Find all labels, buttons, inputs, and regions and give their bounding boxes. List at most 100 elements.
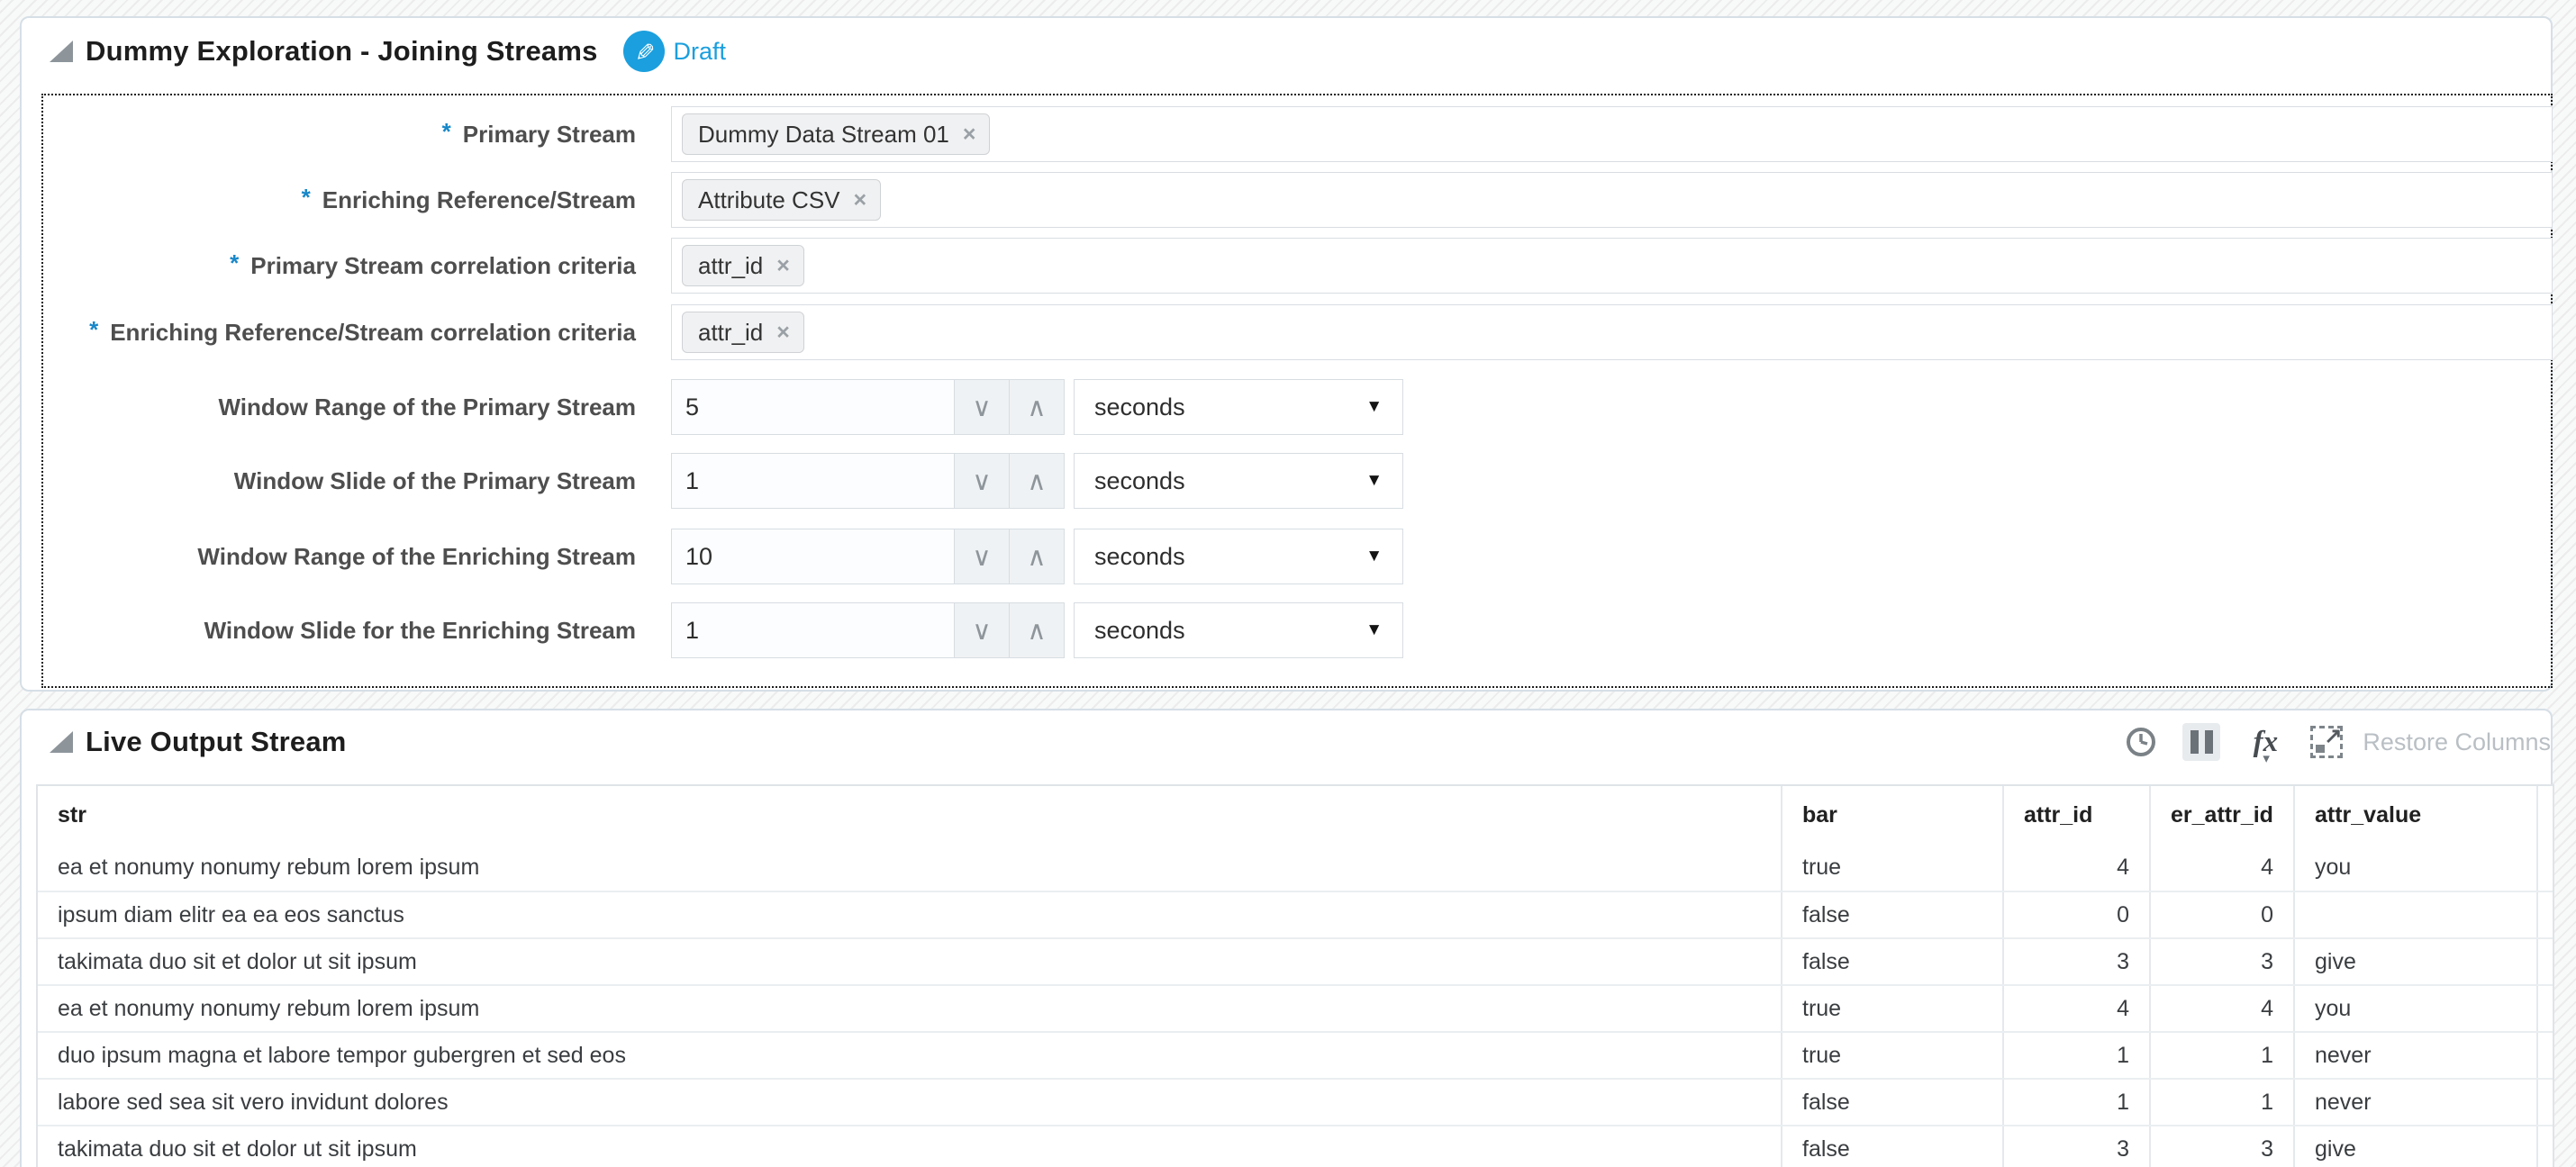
remove-tag-icon[interactable]: × bbox=[963, 122, 976, 148]
tag-chip[interactable]: Attribute CSV × bbox=[682, 179, 881, 221]
primary-stream-field[interactable]: Dummy Data Stream 01 × bbox=[671, 106, 2553, 162]
remove-tag-icon[interactable]: × bbox=[776, 320, 790, 346]
table-row: labore sed sea sit vero invidunt dolores… bbox=[38, 1078, 2553, 1125]
cell-er-attr-id: 1 bbox=[2149, 1080, 2293, 1125]
spinner-down-icon[interactable]: ∨ bbox=[954, 454, 1009, 508]
cell-spacer bbox=[2536, 844, 2553, 891]
table-row: takimata duo sit et dolor ut sit ipsum f… bbox=[38, 1125, 2553, 1167]
spinner-up-icon[interactable]: ∧ bbox=[1009, 529, 1064, 584]
select-caret-icon: ▼ bbox=[1365, 397, 1383, 417]
required-star: * bbox=[442, 118, 463, 145]
select-caret-icon: ▼ bbox=[1365, 547, 1383, 566]
table-row: duo ipsum magna et labore tempor gubergr… bbox=[38, 1031, 2553, 1078]
cell-bar: false bbox=[1781, 1080, 2002, 1125]
cell-attr-value: give bbox=[2293, 939, 2536, 984]
exploration-title: Dummy Exploration - Joining Streams bbox=[86, 35, 598, 68]
output-table: str bar attr_id er_attr_id attr_value ea… bbox=[36, 784, 2554, 1167]
cell-er-attr-id: 4 bbox=[2149, 986, 2293, 1031]
collapse-triangle-icon[interactable] bbox=[50, 41, 73, 62]
cell-str: ipsum diam elitr ea ea eos sanctus bbox=[38, 892, 1781, 937]
window-range-enriching-unit-select[interactable]: seconds ▼ bbox=[1074, 529, 1403, 584]
column-header-str[interactable]: str bbox=[38, 786, 1781, 844]
collapse-triangle-icon[interactable] bbox=[50, 731, 73, 753]
window-slide-enriching-input[interactable]: 1 ∨ ∧ bbox=[671, 602, 1065, 658]
cell-bar: false bbox=[1781, 939, 2002, 984]
window-slide-enriching-unit-select[interactable]: seconds ▼ bbox=[1074, 602, 1403, 658]
cell-attr-id: 0 bbox=[2002, 892, 2149, 937]
spinner-value[interactable]: 10 bbox=[672, 529, 954, 584]
pause-icon[interactable] bbox=[2182, 723, 2220, 761]
tag-chip[interactable]: attr_id × bbox=[682, 312, 804, 353]
field-label: *Enriching Reference/Stream bbox=[22, 185, 636, 214]
column-header-er-attr-id[interactable]: er_attr_id bbox=[2149, 786, 2293, 844]
column-header-bar[interactable]: bar bbox=[1781, 786, 2002, 844]
tag-chip[interactable]: attr_id × bbox=[682, 245, 804, 286]
cell-spacer bbox=[2536, 892, 2553, 937]
cell-str: takimata duo sit et dolor ut sit ipsum bbox=[38, 1126, 1781, 1167]
select-value: seconds bbox=[1094, 617, 1185, 645]
cell-attr-value bbox=[2293, 892, 2536, 937]
cell-spacer bbox=[2536, 986, 2553, 1031]
cell-attr-value: never bbox=[2293, 1033, 2536, 1078]
spinner-up-icon[interactable]: ∧ bbox=[1009, 380, 1064, 434]
spinner-up-icon[interactable]: ∧ bbox=[1009, 603, 1064, 657]
remove-tag-icon[interactable]: × bbox=[776, 253, 790, 279]
cell-attr-id: 1 bbox=[2002, 1080, 2149, 1125]
live-output-panel: Live Output Stream fx ▾ ↗ bbox=[20, 709, 2553, 1167]
draft-pencil-icon: ✎ bbox=[623, 31, 665, 72]
cell-spacer bbox=[2536, 1033, 2553, 1078]
window-slide-primary-input[interactable]: 1 ∨ ∧ bbox=[671, 453, 1065, 509]
table-row: ea et nonumy nonumy rebum lorem ipsum tr… bbox=[38, 984, 2553, 1031]
cell-bar: true bbox=[1781, 986, 2002, 1031]
field-label: *Primary Stream bbox=[22, 120, 636, 149]
cell-attr-value: you bbox=[2293, 844, 2536, 891]
required-star: * bbox=[230, 249, 250, 276]
spinner-value[interactable]: 1 bbox=[672, 603, 954, 657]
column-header-attr-id[interactable]: attr_id bbox=[2002, 786, 2149, 844]
cell-str: ea et nonumy nonumy rebum lorem ipsum bbox=[38, 844, 1781, 891]
remove-tag-icon[interactable]: × bbox=[854, 187, 867, 213]
field-label: *Enriching Reference/Stream correlation … bbox=[22, 318, 636, 347]
spinner-down-icon[interactable]: ∨ bbox=[954, 529, 1009, 584]
window-slide-primary-unit-select[interactable]: seconds ▼ bbox=[1074, 453, 1403, 509]
enriching-stream-field[interactable]: Attribute CSV × bbox=[671, 172, 2553, 228]
restore-columns-button[interactable]: Restore Columns bbox=[2363, 728, 2551, 756]
status-badge[interactable]: ✎ Draft bbox=[623, 31, 727, 72]
cell-er-attr-id: 3 bbox=[2149, 939, 2293, 984]
table-row: ea et nonumy nonumy rebum lorem ipsum tr… bbox=[38, 844, 2553, 891]
cell-attr-id: 1 bbox=[2002, 1033, 2149, 1078]
cell-er-attr-id: 3 bbox=[2149, 1126, 2293, 1167]
cell-bar: true bbox=[1781, 844, 2002, 891]
column-header-attr-value[interactable]: attr_value bbox=[2293, 786, 2536, 844]
fx-expression-icon[interactable]: fx ▾ bbox=[2245, 721, 2286, 763]
exploration-panel-header: Dummy Exploration - Joining Streams ✎ Dr… bbox=[22, 31, 2551, 72]
spinner-value[interactable]: 1 bbox=[672, 454, 954, 508]
field-label: Window Range of the Primary Stream bbox=[22, 393, 636, 421]
window-range-enriching-input[interactable]: 10 ∨ ∧ bbox=[671, 529, 1065, 584]
spinner-value[interactable]: 5 bbox=[672, 380, 954, 434]
tag-chip-label: Attribute CSV bbox=[698, 186, 840, 214]
clock-icon[interactable] bbox=[2124, 725, 2158, 759]
enriching-correlation-field[interactable]: attr_id × bbox=[671, 304, 2553, 360]
window-range-primary-input[interactable]: 5 ∨ ∧ bbox=[671, 379, 1065, 435]
table-row: takimata duo sit et dolor ut sit ipsum f… bbox=[38, 937, 2553, 984]
primary-correlation-field[interactable]: attr_id × bbox=[671, 238, 2553, 294]
spinner-down-icon[interactable]: ∨ bbox=[954, 603, 1009, 657]
select-caret-icon: ▼ bbox=[1365, 620, 1383, 640]
window-range-primary-unit-select[interactable]: seconds ▼ bbox=[1074, 379, 1403, 435]
live-output-title: Live Output Stream bbox=[86, 726, 347, 758]
cell-attr-id: 4 bbox=[2002, 986, 2149, 1031]
cell-spacer bbox=[2536, 939, 2553, 984]
field-label: Window Slide for the Enriching Stream bbox=[22, 616, 636, 645]
select-caret-icon: ▼ bbox=[1365, 471, 1383, 491]
spinner-up-icon[interactable]: ∧ bbox=[1009, 454, 1064, 508]
required-star: * bbox=[89, 316, 110, 343]
detach-icon[interactable]: ↗ bbox=[2310, 726, 2343, 758]
cell-attr-value: you bbox=[2293, 986, 2536, 1031]
live-output-header: Live Output Stream fx ▾ ↗ bbox=[22, 721, 2551, 763]
spinner-down-icon[interactable]: ∨ bbox=[954, 380, 1009, 434]
tag-chip[interactable]: Dummy Data Stream 01 × bbox=[682, 113, 990, 155]
exploration-panel: Dummy Exploration - Joining Streams ✎ Dr… bbox=[20, 16, 2553, 692]
cell-spacer bbox=[2536, 1080, 2553, 1125]
page: Dummy Exploration - Joining Streams ✎ Dr… bbox=[0, 0, 2576, 1167]
